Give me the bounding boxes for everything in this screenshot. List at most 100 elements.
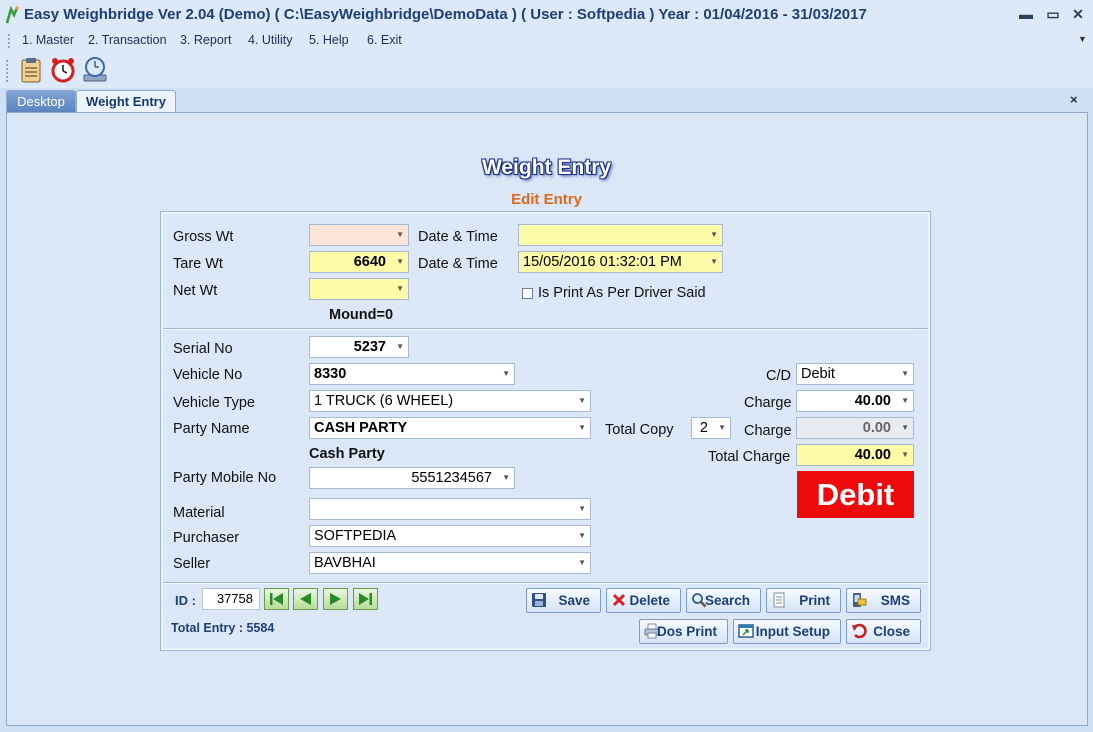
total-copy-field[interactable]: 2 ▼ (691, 417, 731, 439)
first-icon (270, 593, 283, 605)
gross-wt-label: Gross Wt (173, 229, 234, 245)
date-time-field-1[interactable]: ▼ (518, 224, 723, 246)
cd-label: C/D (766, 368, 791, 384)
menu-utility[interactable]: 4. Utility (248, 33, 292, 47)
party-mobile-label: Party Mobile No (173, 470, 277, 486)
id-field[interactable]: 37758 (202, 588, 260, 610)
floppy-disk-icon (532, 593, 546, 607)
last-record-button[interactable] (353, 588, 378, 610)
next-icon (330, 593, 341, 605)
vehicle-type-field[interactable]: 1 TRUCK (6 WHEEL) ▼ (309, 390, 591, 412)
total-copy-value: 2 (699, 420, 708, 436)
backup-icon[interactable] (80, 55, 110, 85)
chevron-down-icon: ▼ (396, 230, 404, 239)
close-button[interactable]: Close (846, 619, 921, 644)
party-name-field[interactable]: CASH PARTY ▼ (309, 417, 591, 439)
tab-weight-entry[interactable]: Weight Entry (76, 90, 176, 114)
chevron-down-icon: ▼ (396, 257, 404, 266)
date-time-field-2[interactable]: 15/05/2016 01:32:01 PM ▼ (518, 251, 723, 273)
input-setup-button[interactable]: Input Setup (733, 619, 841, 644)
vehicle-type-value: 1 TRUCK (6 WHEEL) (314, 393, 454, 409)
alarm-clock-icon[interactable] (48, 55, 78, 85)
tab-close-icon[interactable]: × (1070, 92, 1078, 107)
serial-no-value: 5237 (353, 339, 386, 355)
save-button[interactable]: Save (526, 588, 601, 613)
print-button[interactable]: Print (766, 588, 841, 613)
tare-wt-value: 6640 (353, 254, 386, 270)
menu-overflow-icon[interactable]: ▼ (1078, 34, 1087, 44)
chevron-down-icon: ▼ (396, 284, 404, 293)
serial-no-field[interactable]: 5237 ▼ (309, 336, 409, 358)
vehicle-no-value: 8330 (314, 366, 347, 382)
id-value: 37758 (216, 591, 253, 606)
total-charge-value: 40.00 (854, 447, 891, 463)
tare-wt-field[interactable]: 6640 ▼ (309, 251, 409, 273)
debit-badge: Debit (797, 471, 914, 518)
delete-button[interactable]: Delete (606, 588, 681, 613)
minimize-button[interactable]: ▬ (1014, 4, 1038, 24)
chevron-down-icon: ▼ (502, 473, 510, 482)
party-name-label: Party Name (173, 421, 250, 437)
party-name-value: CASH PARTY (314, 420, 408, 436)
menu-exit[interactable]: 6. Exit (367, 33, 402, 47)
vehicle-no-field[interactable]: 8330 ▼ (309, 363, 515, 385)
party-mobile-value: 5551234567 (411, 470, 492, 486)
total-entry-text: Total Entry : 5584 (171, 621, 275, 635)
menu-transaction[interactable]: 2. Transaction (88, 33, 167, 47)
delete-x-icon (612, 593, 626, 607)
charge-field-1[interactable]: 40.00 ▼ (796, 390, 914, 412)
net-wt-field[interactable]: ▼ (309, 278, 409, 300)
seller-field[interactable]: BAVBHAI ▼ (309, 552, 591, 574)
party-mobile-field[interactable]: 5551234567 ▼ (309, 467, 515, 489)
total-copy-label: Total Copy (605, 422, 674, 438)
chevron-down-icon: ▼ (578, 396, 586, 405)
page-title: Weight Entry (481, 156, 612, 179)
mound-text: Mound=0 (329, 307, 394, 323)
clipboard-icon[interactable] (16, 55, 46, 85)
material-field[interactable]: ▼ (309, 498, 591, 520)
chevron-down-icon: ▼ (710, 257, 718, 266)
tare-wt-label: Tare Wt (173, 256, 223, 272)
chevron-down-icon: ▼ (578, 504, 586, 513)
seller-label: Seller (173, 556, 211, 572)
menu-grip (8, 34, 12, 48)
close-label: Close (873, 624, 910, 639)
print-as-driver-checkbox[interactable] (522, 288, 533, 299)
gross-wt-field[interactable]: ▼ (309, 224, 409, 246)
search-label: Search (704, 593, 750, 608)
material-label: Material (173, 505, 225, 521)
serial-no-label: Serial No (173, 341, 233, 357)
charge-field-2[interactable]: 0.00 ▼ (796, 417, 914, 439)
first-record-button[interactable] (264, 588, 289, 610)
print-icon (773, 592, 785, 608)
tab-desktop[interactable]: Desktop (6, 90, 76, 113)
vehicle-no-label: Vehicle No (173, 367, 243, 383)
dos-print-button[interactable]: Dos Print (639, 619, 728, 644)
menu-report[interactable]: 3. Report (180, 33, 231, 47)
total-charge-field[interactable]: 40.00 ▼ (796, 444, 914, 466)
menu-master[interactable]: 1. Master (22, 33, 74, 47)
sms-icon (853, 593, 867, 607)
delete-label: Delete (629, 593, 670, 608)
save-label: Save (558, 593, 590, 608)
input-setup-label: Input Setup (755, 624, 830, 639)
chevron-down-icon: ▼ (901, 450, 909, 459)
party-display-name: Cash Party (309, 446, 385, 462)
window-close-button[interactable]: ✕ (1066, 4, 1090, 24)
purchaser-field[interactable]: SOFTPEDIA ▼ (309, 525, 591, 547)
purchaser-value: SOFTPEDIA (314, 528, 397, 544)
total-charge-label: Total Charge (708, 449, 791, 465)
previous-record-button[interactable] (293, 588, 318, 610)
date-time-label-1: Date & Time (418, 229, 498, 245)
chevron-down-icon: ▼ (578, 423, 586, 432)
dos-print-label: Dos Print (656, 624, 717, 639)
maximize-button[interactable]: ▭ (1041, 4, 1065, 24)
print-label: Print (799, 593, 830, 608)
cd-field[interactable]: Debit ▼ (796, 363, 914, 385)
chevron-down-icon: ▼ (710, 230, 718, 239)
toolbar-grip (6, 60, 8, 82)
sms-button[interactable]: SMS (846, 588, 921, 613)
next-record-button[interactable] (323, 588, 348, 610)
menu-help[interactable]: 5. Help (309, 33, 349, 47)
search-button[interactable]: Search (686, 588, 761, 613)
